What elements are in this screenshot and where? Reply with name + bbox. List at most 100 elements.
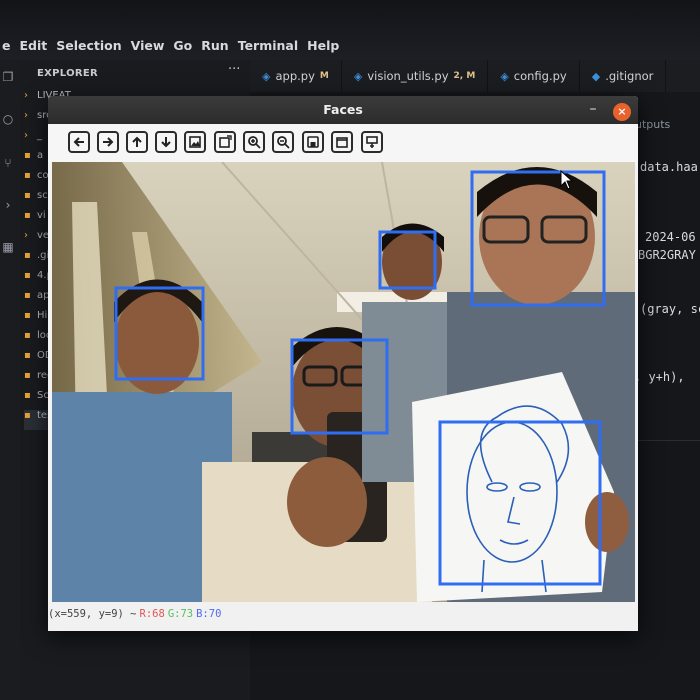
editor-tab[interactable]: ◈ config.py [488,60,580,92]
outputs-label[interactable]: utputs [635,118,670,131]
face-detections [114,170,606,586]
tree-item-label: vi [37,210,46,221]
source-control-icon[interactable]: ⑂ [1,156,15,170]
file-icon: ▪ [24,290,31,301]
pan-up-button[interactable] [126,131,148,153]
menu-selection[interactable]: Selection [56,38,121,53]
pan-left-icon [73,137,84,147]
terminal-panel [633,440,700,640]
tab-modified-badge: M [319,71,329,81]
editor-tab[interactable]: ◈ app.py M [250,60,342,92]
screen: e Edit Selection View Go Run Terminal He… [0,0,700,700]
file-icon: ▪ [24,350,31,361]
code-fragment: data.haa [640,160,698,174]
search-icon[interactable]: ○ [1,112,15,126]
file-icon: ▪ [24,210,31,221]
tab-modified-badge: 2, M [453,71,476,81]
ellipsis-icon[interactable]: ··· [228,62,240,77]
menu-terminal[interactable]: Terminal [238,38,298,53]
status-g: G:73 [167,608,194,620]
menu-bar: e Edit Selection View Go Run Terminal He… [0,0,700,60]
status-bar: (x=559, y=9) ~ R:68 G:73 B:70 [48,602,638,631]
save-button[interactable] [302,131,324,153]
zoom-out-image-button[interactable] [214,131,236,153]
face-detection-box [290,338,389,435]
properties-button[interactable] [331,131,353,153]
file-icon: ▪ [24,170,31,181]
python-file-icon: ◈ [353,69,363,83]
python-file-icon: ◈ [262,69,271,83]
chevron-icon: › [24,130,28,141]
image-toolbar [48,124,638,162]
activity-bar: ❐ ○ ⑂ › ▦ [0,60,20,700]
menu-run[interactable]: Run [201,38,228,53]
face-detection-box [378,230,437,290]
files-icon[interactable]: ❐ [1,70,15,84]
tab-label: vision_utils.py [367,69,449,83]
file-icon: ▪ [24,250,31,261]
tab-label: app.py [275,69,315,83]
window-titlebar[interactable]: Faces – × [48,96,638,124]
file-icon: ▪ [24,370,31,381]
pixel-info: (x=559, y=9) ~ R:68 G:73 B:70 [48,608,224,620]
file-icon: ▪ [24,390,31,401]
file-icon: ▪ [24,190,31,201]
face-detection-box [114,286,205,381]
zoom-in-image-button[interactable] [184,131,206,153]
chevron-icon: › [24,90,28,101]
face-detection-box [470,170,606,307]
pan-right-icon [103,137,114,147]
pan-right-button[interactable] [97,131,119,153]
menu-help[interactable]: Help [307,38,339,53]
chevron-icon: › [24,110,28,121]
chevron-icon: › [24,230,28,241]
status-r: R:68 [139,608,165,620]
run-icon[interactable]: › [1,198,15,212]
code-fragment: (gray, sc [640,302,700,316]
explorer-title: EXPLORER [37,68,99,79]
faces-window: Faces – × (x=559, y=9) ~ R:68 G:73 B:70 [48,96,638,631]
git-file-icon: ◆ [591,69,601,83]
pan-up-icon [132,136,142,147]
editor-tab[interactable]: ◆ .gitignor [580,60,667,92]
properties-icon [336,137,348,148]
extensions-icon[interactable]: ▦ [1,240,15,254]
zoom-out-button[interactable] [272,131,294,153]
zoom-out-icon [277,136,290,149]
window-title: Faces [323,102,363,117]
tree-item-label: co [37,170,49,181]
menu-items: e Edit Selection View Go Run Terminal He… [2,38,339,53]
menu-edit[interactable]: Edit [19,38,47,53]
settings-button[interactable] [361,131,383,153]
pan-down-icon [161,137,171,148]
minimize-button[interactable]: – [586,100,600,118]
python-file-icon: ◈ [500,69,509,83]
tab-label: .gitignor [605,69,654,83]
editor-tab[interactable]: ◈ vision_utils.py 2, M [342,60,489,92]
settings-icon [366,136,378,148]
code-fragment: 2024-06 [645,230,696,244]
pan-down-button[interactable] [155,131,177,153]
save-icon [307,136,319,148]
menu-file[interactable]: e [2,38,10,53]
code-fragment: , y+h), [634,370,685,384]
file-icon: ▪ [24,310,31,321]
zoom-in-image-icon [189,136,201,148]
status-b: B:70 [196,608,222,620]
tab-label: config.py [513,69,567,83]
pan-left-button[interactable] [68,131,90,153]
code-fragment: BGR2GRAY [638,248,696,262]
camera-image[interactable] [52,162,635,602]
file-icon: ▪ [24,150,31,161]
mouse-pointer-icon [560,170,574,190]
zoom-in-button[interactable] [243,131,265,153]
editor-tabs: ◈ app.py M ◈ vision_utils.py 2, M ◈ config.py ◆.… [250,60,700,92]
menu-view[interactable]: View [131,38,165,53]
status-coords: (x=559, y=9) ~ [48,608,137,620]
file-icon: ▪ [24,330,31,341]
menu-go[interactable]: Go [173,38,192,53]
close-button[interactable]: × [613,103,631,121]
face-detection-box [438,420,602,586]
zoom-in-icon [248,136,261,149]
file-icon: ▪ [24,410,31,421]
